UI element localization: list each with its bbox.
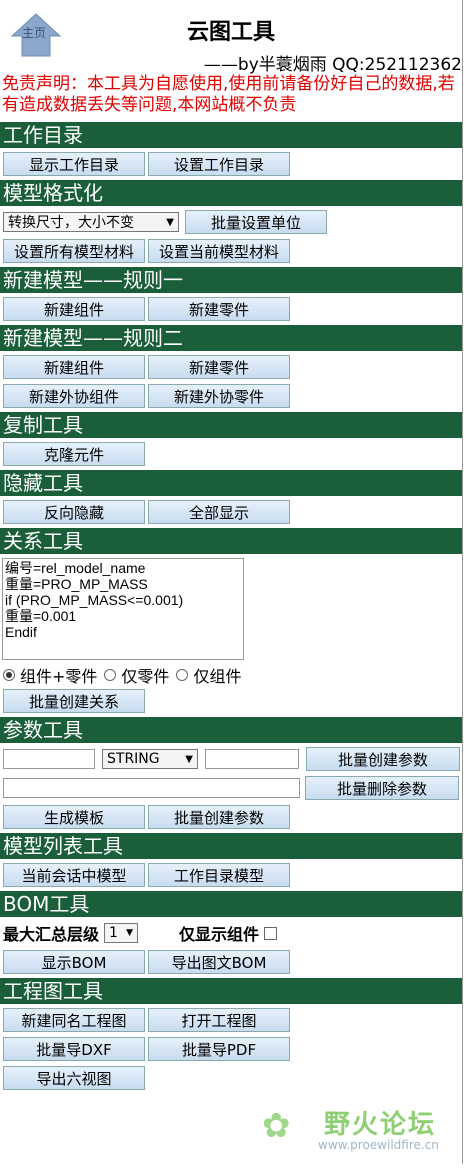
drawing-row-1: 新建同名工程图 打开工程图 <box>0 1007 462 1033</box>
reverse-hide-button[interactable]: 反向隐藏 <box>3 500 145 524</box>
author-byline: ——by半蓑烟雨 QQ:252112362 <box>203 55 462 75</box>
drawing-row-2: 批量导DXF 批量导PDF <box>0 1036 462 1062</box>
rule2-row-2: 新建外协组件 新建外协零件 <box>0 383 462 409</box>
radio-part-only[interactable] <box>104 669 117 681</box>
clone-component-button[interactable]: 克隆元件 <box>3 442 145 466</box>
relation-create-row: 批量创建关系 <box>0 688 462 714</box>
format-row-2: 设置所有模型材料 设置当前模型材料 <box>0 238 462 264</box>
batch-create-relation-button[interactable]: 批量创建关系 <box>3 689 145 713</box>
workdir-row: 显示工作目录 设置工作目录 <box>0 151 462 177</box>
rule1-new-part-button[interactable]: 新建零件 <box>148 297 290 321</box>
param-row-2: 批量删除参数 <box>0 775 462 801</box>
section-rule2-title: 新建模型——规则二 <box>0 325 462 351</box>
show-bom-button[interactable]: 显示BOM <box>3 950 145 974</box>
bom-level-value: 1 <box>109 925 118 941</box>
page-frame: 主页 云图工具 ——by半蓑烟雨 QQ:252112362 免责声明：本工具为自… <box>0 0 463 1164</box>
disclaimer: 免责声明：本工具为自愿使用,使用前请备份好自己的数据,若有造成数据丢失等问题,本… <box>2 74 455 115</box>
batch-create-param-2-button[interactable]: 批量创建参数 <box>148 805 290 829</box>
page-title: 云图工具 <box>186 20 275 45</box>
open-drawing-button[interactable]: 打开工程图 <box>148 1008 290 1032</box>
show-all-button[interactable]: 全部显示 <box>148 500 290 524</box>
bom-actions-row: 显示BOM 导出图文BOM <box>0 949 462 975</box>
bom-level-label: 最大汇总层级 <box>3 925 100 944</box>
modellist-row: 当前会话中模型 工作目录模型 <box>0 862 462 888</box>
format-row-1: 转换尺寸，大小不变 ▼ 批量设置单位 <box>0 209 462 235</box>
relation-scope-radios: 组件+零件 仅零件 仅组件 <box>0 664 462 686</box>
unit-convert-value: 转换尺寸，大小不变 <box>8 215 134 231</box>
batch-set-unit-button[interactable]: 批量设置单位 <box>185 210 327 234</box>
section-bom-title: BOM工具 <box>0 891 462 917</box>
workdir-models-button[interactable]: 工作目录模型 <box>148 863 290 887</box>
export-bom-button[interactable]: 导出图文BOM <box>148 950 290 974</box>
param-delete-input[interactable] <box>3 778 300 798</box>
rule2-row-1: 新建组件 新建零件 <box>0 354 462 380</box>
section-workdir-title: 工作目录 <box>0 122 462 148</box>
section-copy-title: 复制工具 <box>0 412 462 438</box>
set-workdir-button[interactable]: 设置工作目录 <box>148 152 290 176</box>
radio-part-only-label: 仅零件 <box>121 667 170 686</box>
batch-dxf-button[interactable]: 批量导DXF <box>3 1037 145 1061</box>
section-param-title: 参数工具 <box>0 717 462 743</box>
rule1-row: 新建组件 新建零件 <box>0 296 462 322</box>
bom-level-select[interactable]: 1 ▼ <box>104 923 139 943</box>
drawing-row-3: 导出六视图 <box>0 1065 462 1091</box>
batch-pdf-button[interactable]: 批量导PDF <box>148 1037 290 1061</box>
asm-only-checkbox[interactable] <box>264 926 278 940</box>
batch-delete-param-button[interactable]: 批量删除参数 <box>305 776 459 800</box>
batch-create-param-button[interactable]: 批量创建参数 <box>306 747 460 771</box>
set-all-material-button[interactable]: 设置所有模型材料 <box>3 239 145 263</box>
section-modellist-title: 模型列表工具 <box>0 833 462 859</box>
section-drawing-title: 工程图工具 <box>0 978 462 1004</box>
param-row-3: 生成模板 批量创建参数 <box>0 804 462 830</box>
relation-textarea[interactable]: 编号=rel_model_name 重量=PRO_MP_MASS if (PRO… <box>2 558 244 660</box>
new-same-drawing-button[interactable]: 新建同名工程图 <box>3 1008 145 1032</box>
section-hide-title: 隐藏工具 <box>0 470 462 496</box>
param-type-value: STRING <box>107 751 160 767</box>
show-workdir-button[interactable]: 显示工作目录 <box>3 152 145 176</box>
radio-asm-part[interactable] <box>3 669 15 681</box>
rule2-new-asm-button[interactable]: 新建组件 <box>3 355 145 379</box>
chevron-down-icon: ▼ <box>126 928 134 938</box>
rule2-new-part-button[interactable]: 新建零件 <box>148 355 290 379</box>
param-value-input[interactable] <box>205 749 299 769</box>
section-format-title: 模型格式化 <box>0 180 462 206</box>
param-row-1: STRING ▼ 批量创建参数 <box>0 746 462 772</box>
rule1-new-asm-button[interactable]: 新建组件 <box>3 297 145 321</box>
session-models-button[interactable]: 当前会话中模型 <box>3 863 145 887</box>
radio-asm-only-label: 仅组件 <box>193 667 242 686</box>
radio-asm-part-label: 组件+零件 <box>20 667 98 686</box>
bom-options-row: 最大汇总层级 1 ▼ 仅显示组件 <box>0 920 462 946</box>
chevron-down-icon: ▼ <box>185 753 193 765</box>
header: 主页 云图工具 ——by半蓑烟雨 QQ:252112362 <box>0 0 462 75</box>
unit-convert-select[interactable]: 转换尺寸，大小不变 ▼ <box>3 212 179 232</box>
new-ext-part-button[interactable]: 新建外协零件 <box>148 384 290 408</box>
param-name-input[interactable] <box>3 749 95 769</box>
hide-row: 反向隐藏 全部显示 <box>0 499 462 525</box>
param-type-select[interactable]: STRING ▼ <box>102 749 198 769</box>
section-rule1-title: 新建模型——规则一 <box>0 267 462 293</box>
set-current-material-button[interactable]: 设置当前模型材料 <box>148 239 290 263</box>
copy-row: 克隆元件 <box>0 441 462 467</box>
radio-asm-only[interactable] <box>176 669 189 681</box>
new-ext-asm-button[interactable]: 新建外协组件 <box>3 384 145 408</box>
asm-only-label: 仅显示组件 <box>179 925 260 944</box>
chevron-down-icon: ▼ <box>166 216 174 228</box>
section-relation-title: 关系工具 <box>0 528 462 554</box>
generate-template-button[interactable]: 生成模板 <box>3 805 145 829</box>
export-six-views-button[interactable]: 导出六视图 <box>3 1066 145 1090</box>
